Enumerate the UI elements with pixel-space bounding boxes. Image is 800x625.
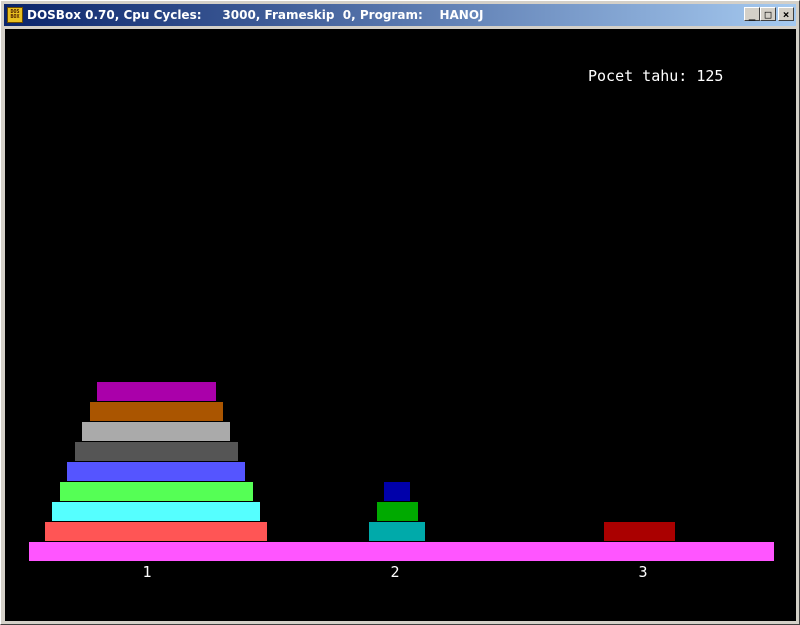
disk-peg3-size4 (603, 522, 675, 541)
dosbox-window: DOS BOX DOSBox 0.70, Cpu Cycles: 3000, Fr… (0, 0, 800, 625)
window-title: DOSBox 0.70, Cpu Cycles: 3000, Frameskip… (27, 8, 484, 22)
disk-peg2-size1 (384, 482, 410, 501)
disk-peg1-size8 (59, 482, 253, 501)
peg-label-1: 1 (142, 563, 152, 581)
disk-peg1-size9 (52, 502, 260, 521)
disk-peg2-size3 (369, 522, 425, 541)
window-controls: _ □ × (744, 7, 794, 21)
peg-label-3: 3 (638, 563, 648, 581)
title-bar[interactable]: DOS BOX DOSBox 0.70, Cpu Cycles: 3000, Fr… (4, 4, 796, 26)
close-button[interactable]: × (778, 7, 794, 21)
disk-peg1-size10 (45, 522, 267, 541)
disk-peg1-size4 (89, 402, 223, 421)
disk-peg1-size5 (82, 422, 230, 441)
disk-peg1-size6 (74, 442, 238, 461)
peg-label-2: 2 (390, 563, 400, 581)
minimize-button[interactable]: _ (744, 7, 760, 21)
dosbox-icon[interactable]: DOS BOX (7, 7, 23, 23)
disk-peg2-size2 (376, 502, 418, 521)
disk-peg1-size3 (96, 382, 216, 401)
game-screen[interactable]: Pocet tahu: 125 1 2 3 (5, 29, 796, 621)
maximize-button[interactable]: □ (760, 7, 776, 21)
disk-peg1-size7 (67, 462, 245, 481)
move-counter: Pocet tahu: 125 (588, 67, 724, 85)
tower-base (29, 542, 774, 561)
